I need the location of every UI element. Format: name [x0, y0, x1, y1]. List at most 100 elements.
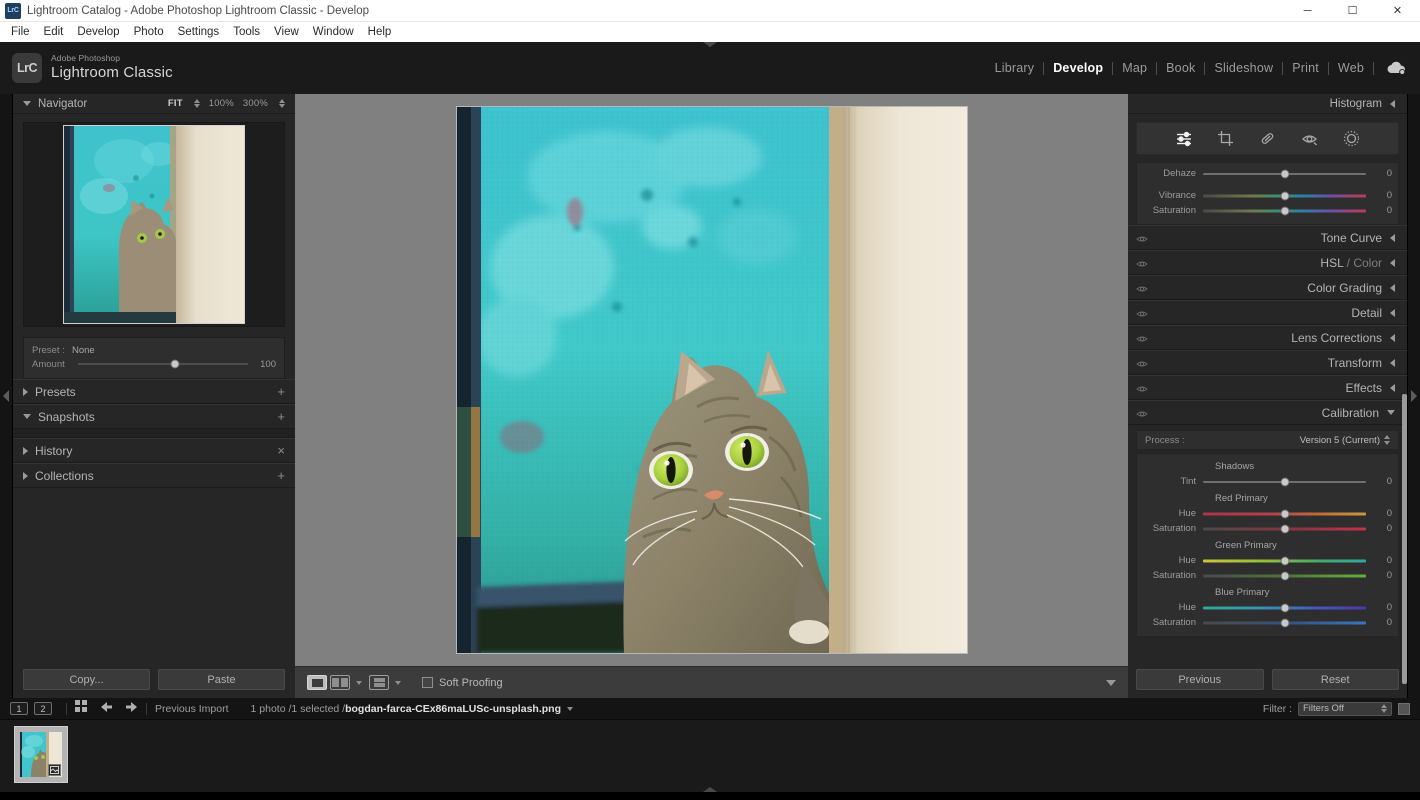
zoom-100-option[interactable]: 100% — [209, 98, 234, 109]
left-panel-collapse-strip[interactable] — [0, 94, 13, 698]
process-version-row[interactable]: Process : Version 5 (Current) — [1136, 430, 1399, 450]
left-section-action[interactable]: + — [277, 469, 285, 482]
process-value[interactable]: Version 5 (Current) — [1300, 435, 1380, 446]
minimize-button[interactable]: ─ — [1285, 0, 1330, 22]
slider-value[interactable]: 0 — [1366, 508, 1392, 519]
filmstrip-filename[interactable]: bogdan-farca-CEx86maLUSc-unsplash.png — [345, 703, 561, 715]
photo-canvas[interactable] — [295, 94, 1128, 666]
slider-knob[interactable] — [1280, 618, 1289, 627]
before-after-top-bottom-icon[interactable] — [369, 675, 389, 690]
left-section-action[interactable]: + — [277, 385, 285, 398]
thumbnail-badge-icon[interactable] — [48, 764, 61, 776]
filmstrip-thumbnail-cell[interactable] — [14, 726, 68, 783]
slider-control[interactable] — [1203, 476, 1366, 488]
slider-control[interactable] — [1203, 168, 1366, 180]
zoom-300-stepper-icon[interactable] — [279, 98, 285, 109]
section-visibility-eye-icon[interactable] — [1136, 232, 1148, 244]
right-panel-collapse-strip[interactable] — [1407, 94, 1420, 698]
slider-knob[interactable] — [1280, 509, 1289, 518]
section-visibility-eye-icon[interactable] — [1136, 332, 1148, 344]
right-section-color-grading[interactable]: Color Grading — [1128, 275, 1407, 300]
amount-slider[interactable] — [78, 358, 248, 370]
menu-settings[interactable]: Settings — [171, 24, 227, 40]
slider-value[interactable]: 0 — [1366, 617, 1392, 628]
before-after-left-right-icon[interactable] — [330, 675, 350, 690]
histogram-header[interactable]: Histogram — [1128, 94, 1407, 114]
slider-control[interactable] — [1203, 617, 1366, 629]
preset-value[interactable]: None — [72, 345, 95, 356]
right-section-effects[interactable]: Effects — [1128, 375, 1407, 400]
slider-knob[interactable] — [1280, 477, 1289, 486]
left-section-snapshots[interactable]: Snapshots + — [13, 404, 295, 429]
arrow-left-icon[interactable] — [100, 700, 113, 718]
right-section-transform[interactable]: Transform — [1128, 350, 1407, 375]
filmstrip-source-label[interactable]: Previous Import — [155, 703, 229, 715]
section-visibility-eye-icon[interactable] — [1136, 407, 1148, 419]
section-visibility-eye-icon[interactable] — [1136, 357, 1148, 369]
section-visibility-eye-icon[interactable] — [1136, 282, 1148, 294]
module-slideshow[interactable]: Slideshow — [1205, 61, 1282, 75]
slider-control[interactable] — [1203, 508, 1366, 520]
right-section-calibration[interactable]: Calibration — [1128, 400, 1407, 425]
slider-knob[interactable] — [1280, 603, 1289, 612]
menu-file[interactable]: File — [4, 24, 37, 40]
before-after-tb-chevron-down-icon[interactable] — [395, 680, 401, 685]
develop-photo[interactable] — [455, 106, 968, 654]
right-section-tone-curve[interactable]: Tone Curve — [1128, 225, 1407, 250]
module-print[interactable]: Print — [1283, 61, 1328, 75]
slider-value[interactable]: 0 — [1366, 476, 1392, 487]
right-section-lens-corrections[interactable]: Lens Corrections — [1128, 325, 1407, 350]
left-section-action[interactable]: × — [277, 444, 285, 457]
module-map[interactable]: Map — [1113, 61, 1156, 75]
arrow-right-icon[interactable] — [125, 700, 138, 718]
menu-develop[interactable]: Develop — [70, 24, 126, 40]
slider-control[interactable] — [1203, 523, 1366, 535]
slider-value[interactable]: 0 — [1366, 555, 1392, 566]
crop-overlay-icon[interactable] — [1216, 129, 1236, 149]
slider-value[interactable]: 0 — [1366, 190, 1392, 201]
red-eye-correction-icon[interactable] — [1300, 129, 1320, 149]
section-visibility-eye-icon[interactable] — [1136, 257, 1148, 269]
module-library[interactable]: Library — [986, 61, 1044, 75]
slider-control[interactable] — [1203, 570, 1366, 582]
left-section-action[interactable]: + — [277, 410, 285, 423]
zoom-fit-stepper-icon[interactable] — [193, 98, 200, 109]
bottom-panel-toggle[interactable] — [703, 787, 717, 792]
reset-button[interactable]: Reset — [1271, 669, 1399, 690]
slider-value[interactable]: 0 — [1366, 168, 1392, 179]
slider-knob[interactable] — [1280, 524, 1289, 533]
adjustment-sliders-icon[interactable] — [1174, 129, 1194, 149]
slider-knob[interactable] — [1280, 571, 1289, 580]
slider-knob[interactable] — [1280, 556, 1289, 565]
spot-removal-icon[interactable] — [1258, 129, 1278, 149]
section-visibility-eye-icon[interactable] — [1136, 307, 1148, 319]
slider-knob[interactable] — [1280, 206, 1289, 215]
soft-proofing-checkbox[interactable] — [422, 677, 433, 688]
slider-control[interactable] — [1203, 602, 1366, 614]
menu-window[interactable]: Window — [306, 24, 361, 40]
slider-control[interactable] — [1203, 555, 1366, 567]
screen-2-button[interactable]: 2 — [34, 702, 52, 715]
module-web[interactable]: Web — [1329, 61, 1373, 75]
slider-value[interactable]: 0 — [1366, 570, 1392, 581]
menu-edit[interactable]: Edit — [37, 24, 71, 40]
screen-1-button[interactable]: 1 — [10, 702, 28, 715]
paste-button[interactable]: Paste — [158, 669, 285, 690]
menu-photo[interactable]: Photo — [127, 24, 171, 40]
left-section-history[interactable]: History × — [13, 438, 295, 463]
module-book[interactable]: Book — [1157, 61, 1204, 75]
left-section-collections[interactable]: Collections + — [13, 463, 295, 488]
before-after-lr-chevron-down-icon[interactable] — [356, 680, 362, 685]
navigator-header[interactable]: Navigator FIT 100% 300% — [13, 94, 295, 114]
previous-button[interactable]: Previous — [1136, 669, 1264, 690]
close-button[interactable]: ✕ — [1375, 0, 1420, 22]
slider-control[interactable] — [1203, 190, 1366, 202]
right-section-detail[interactable]: Detail — [1128, 300, 1407, 325]
menu-view[interactable]: View — [267, 24, 306, 40]
left-section-presets[interactable]: Presets + — [13, 379, 295, 404]
slider-value[interactable]: 0 — [1366, 205, 1392, 216]
zoom-300-option[interactable]: 300% — [243, 98, 268, 109]
menu-help[interactable]: Help — [361, 24, 399, 40]
section-visibility-eye-icon[interactable] — [1136, 382, 1148, 394]
masking-icon[interactable] — [1342, 129, 1362, 149]
